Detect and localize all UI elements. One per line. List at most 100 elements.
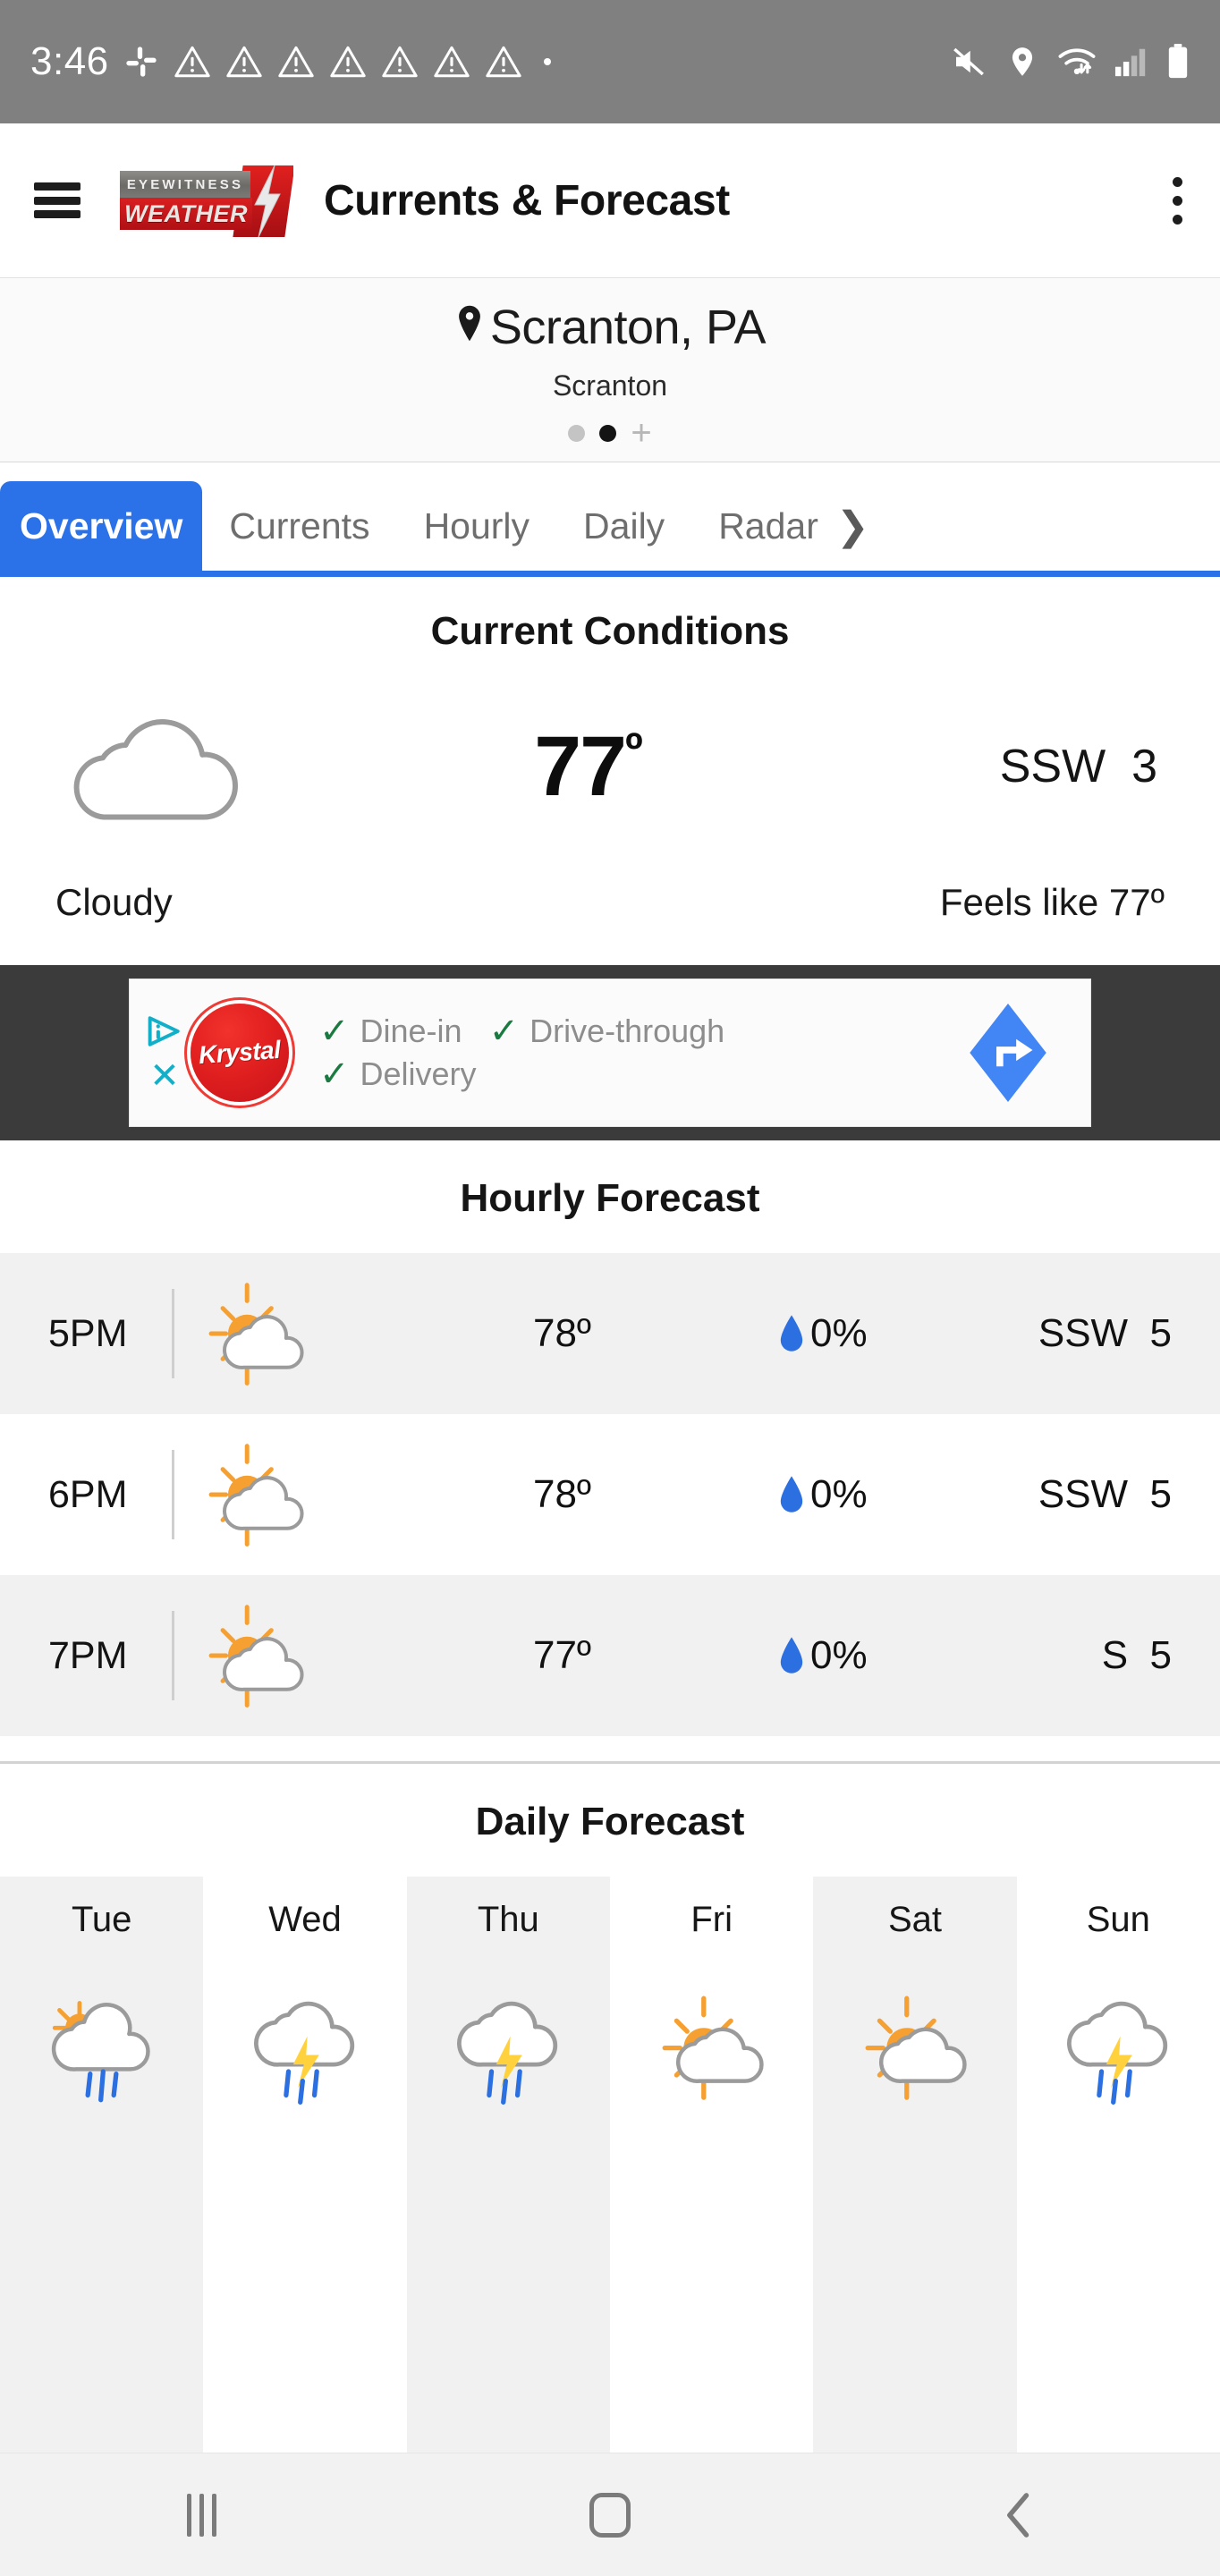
hourly-wind: SSW 5: [1038, 1311, 1172, 1355]
recents-icon[interactable]: [186, 2493, 216, 2537]
hourly-row[interactable]: 5PM 78º 0% SSW 5: [0, 1253, 1220, 1414]
daily-forecast-title: Daily Forecast: [0, 1764, 1220, 1877]
row-divider: [172, 1289, 174, 1378]
hourly-temperature: 77º: [532, 1633, 591, 1677]
daily-day-label: Tue: [71, 1900, 132, 1939]
warning-icon: [277, 46, 314, 78]
tab-currents[interactable]: Currents: [202, 481, 396, 571]
row-divider: [172, 1611, 174, 1700]
advertisement-container: ✕ Krystal ✓ Dine-in ✓ Drive-through ✓ De…: [0, 965, 1220, 1140]
hourly-precipitation: 0%: [778, 1472, 966, 1517]
tab-overview[interactable]: Overview: [0, 481, 203, 571]
hourly-forecast-title: Hourly Forecast: [0, 1140, 1220, 1253]
current-conditions-title: Current Conditions: [430, 609, 790, 653]
eyewitness-weather-logo: EYEWITNESS WEATHER: [118, 164, 293, 237]
logo-eyewitness-text: EYEWITNESS: [126, 176, 244, 192]
hourly-time: 6PM: [48, 1472, 128, 1516]
daily-day-column[interactable]: Wed: [203, 1877, 406, 2453]
degree-symbol: º: [624, 722, 643, 776]
hamburger-menu-icon[interactable]: [34, 182, 80, 218]
close-icon[interactable]: ✕: [149, 1058, 180, 1094]
daily-day-column[interactable]: Thu: [406, 1877, 610, 2453]
chevron-right-icon[interactable]: ❯: [836, 481, 878, 571]
hourly-row[interactable]: 7PM 77º 0% S 5: [0, 1575, 1220, 1736]
ad-badges: ✕: [130, 979, 187, 1126]
wifi-icon: [1058, 48, 1096, 75]
location-pin-icon: [459, 305, 480, 342]
warning-icon: [329, 46, 366, 78]
partly-cloudy-icon: [208, 1283, 304, 1385]
daily-day-column[interactable]: Sat: [813, 1877, 1017, 2453]
hourly-pop-value: 0%: [810, 1633, 868, 1677]
pager-dot[interactable]: [568, 424, 586, 442]
water-drop-icon: [780, 1476, 803, 1513]
location-header: Scranton, PA Scranton +: [0, 277, 1220, 462]
signal-bars-icon: [1114, 48, 1146, 77]
logo-weather-text: WEATHER: [124, 199, 248, 227]
current-condition-text: Cloudy: [55, 881, 173, 923]
status-bar-right: [950, 43, 1190, 80]
thunderstorm-icon: [457, 2001, 558, 2105]
daily-day-label: Wed: [268, 1900, 342, 1939]
ad-feature-label: Dine-in: [360, 1013, 462, 1049]
tab-bar: Overview Currents Hourly Daily Radar ❯: [0, 479, 1220, 577]
page-title: Currents & Forecast: [324, 176, 730, 225]
hourly-row[interactable]: 6PM 78º 0% SSW 5: [0, 1414, 1220, 1575]
back-icon[interactable]: [1004, 2492, 1034, 2538]
location-title-row[interactable]: Scranton, PA: [0, 300, 1220, 355]
current-temperature: 77º: [241, 724, 934, 809]
daily-forecast-grid: Tue Wed Thu Fri Sat Sun: [0, 1877, 1220, 2453]
thunderstorm-icon: [254, 2001, 355, 2105]
tab-daily[interactable]: Daily: [556, 481, 691, 571]
hourly-time: 7PM: [48, 1633, 128, 1677]
warning-icon: [433, 46, 470, 78]
directions-icon[interactable]: [967, 1001, 1049, 1105]
logo-eyewitness-band: EYEWITNESS: [120, 171, 250, 198]
partly-cloudy-icon: [208, 1444, 304, 1546]
advertisement-banner[interactable]: ✕ Krystal ✓ Dine-in ✓ Drive-through ✓ De…: [130, 979, 1090, 1126]
hourly-temperature: 78º: [532, 1472, 591, 1516]
add-location-button[interactable]: +: [631, 415, 651, 451]
hourly-wind: S 5: [1101, 1633, 1172, 1677]
hourly-precipitation: 0%: [778, 1633, 966, 1678]
hourly-wind: SSW 5: [1038, 1472, 1172, 1516]
dot-icon: [543, 58, 551, 65]
kebab-menu-icon[interactable]: [1172, 176, 1186, 225]
ad-info-icon[interactable]: [146, 1015, 183, 1047]
ad-feature-label: Drive-through: [530, 1013, 725, 1049]
pager-dot-active[interactable]: [599, 424, 617, 442]
android-nav-bar: [0, 2453, 1220, 2576]
location-city: Scranton, PA: [489, 301, 767, 354]
thunderstorm-icon: [1067, 2001, 1168, 2105]
daily-day-column[interactable]: Sun: [1017, 1877, 1220, 2453]
daily-day-label: Fri: [690, 1900, 733, 1939]
cloudy-icon: [73, 718, 238, 819]
daily-day-column[interactable]: Fri: [610, 1877, 813, 2453]
feels-like-text: Feels like 77º: [939, 881, 1165, 923]
warning-icon: [225, 46, 262, 78]
check-icon: ✓: [319, 1012, 350, 1051]
hourly-pop-value: 0%: [810, 1472, 868, 1516]
check-icon: ✓: [319, 1055, 350, 1094]
app-bar: EYEWITNESS WEATHER Currents & Forecast: [0, 123, 1220, 277]
daily-day-label: Sat: [887, 1900, 942, 1939]
daily-forecast-section: Daily Forecast Tue Wed Thu Fri Sat Sun: [0, 1764, 1220, 2453]
ad-feature-item: ✓ Dine-in: [319, 1013, 462, 1050]
current-conditions-section: Current Conditions 77º SSW 3 Cloudy Feel…: [0, 577, 1220, 965]
current-wind: SSW 3: [999, 741, 1157, 792]
krystal-logo: Krystal: [191, 1004, 289, 1102]
check-icon: ✓: [488, 1012, 520, 1051]
tab-radar[interactable]: Radar: [691, 481, 845, 571]
current-conditions-main: 77º SSW 3: [0, 654, 1220, 842]
hourly-forecast-section: Hourly Forecast 5PM 78º 0% SSW 5 6PM 78º…: [0, 1140, 1220, 1736]
hourly-pop-value: 0%: [810, 1311, 868, 1355]
current-conditions-subrow: Cloudy Feels like 77º: [0, 842, 1220, 965]
tab-bar-container: Overview Currents Hourly Daily Radar ❯: [0, 462, 1220, 577]
logo-weather-band: WEATHER: [120, 198, 252, 230]
ad-features: ✓ Dine-in ✓ Drive-through ✓ Delivery: [319, 1013, 892, 1093]
home-icon[interactable]: [589, 2492, 631, 2538]
daily-day-column[interactable]: Tue: [0, 1877, 204, 2453]
hourly-precipitation: 0%: [778, 1311, 966, 1356]
water-drop-icon: [780, 1315, 803, 1352]
tab-hourly[interactable]: Hourly: [397, 481, 556, 571]
